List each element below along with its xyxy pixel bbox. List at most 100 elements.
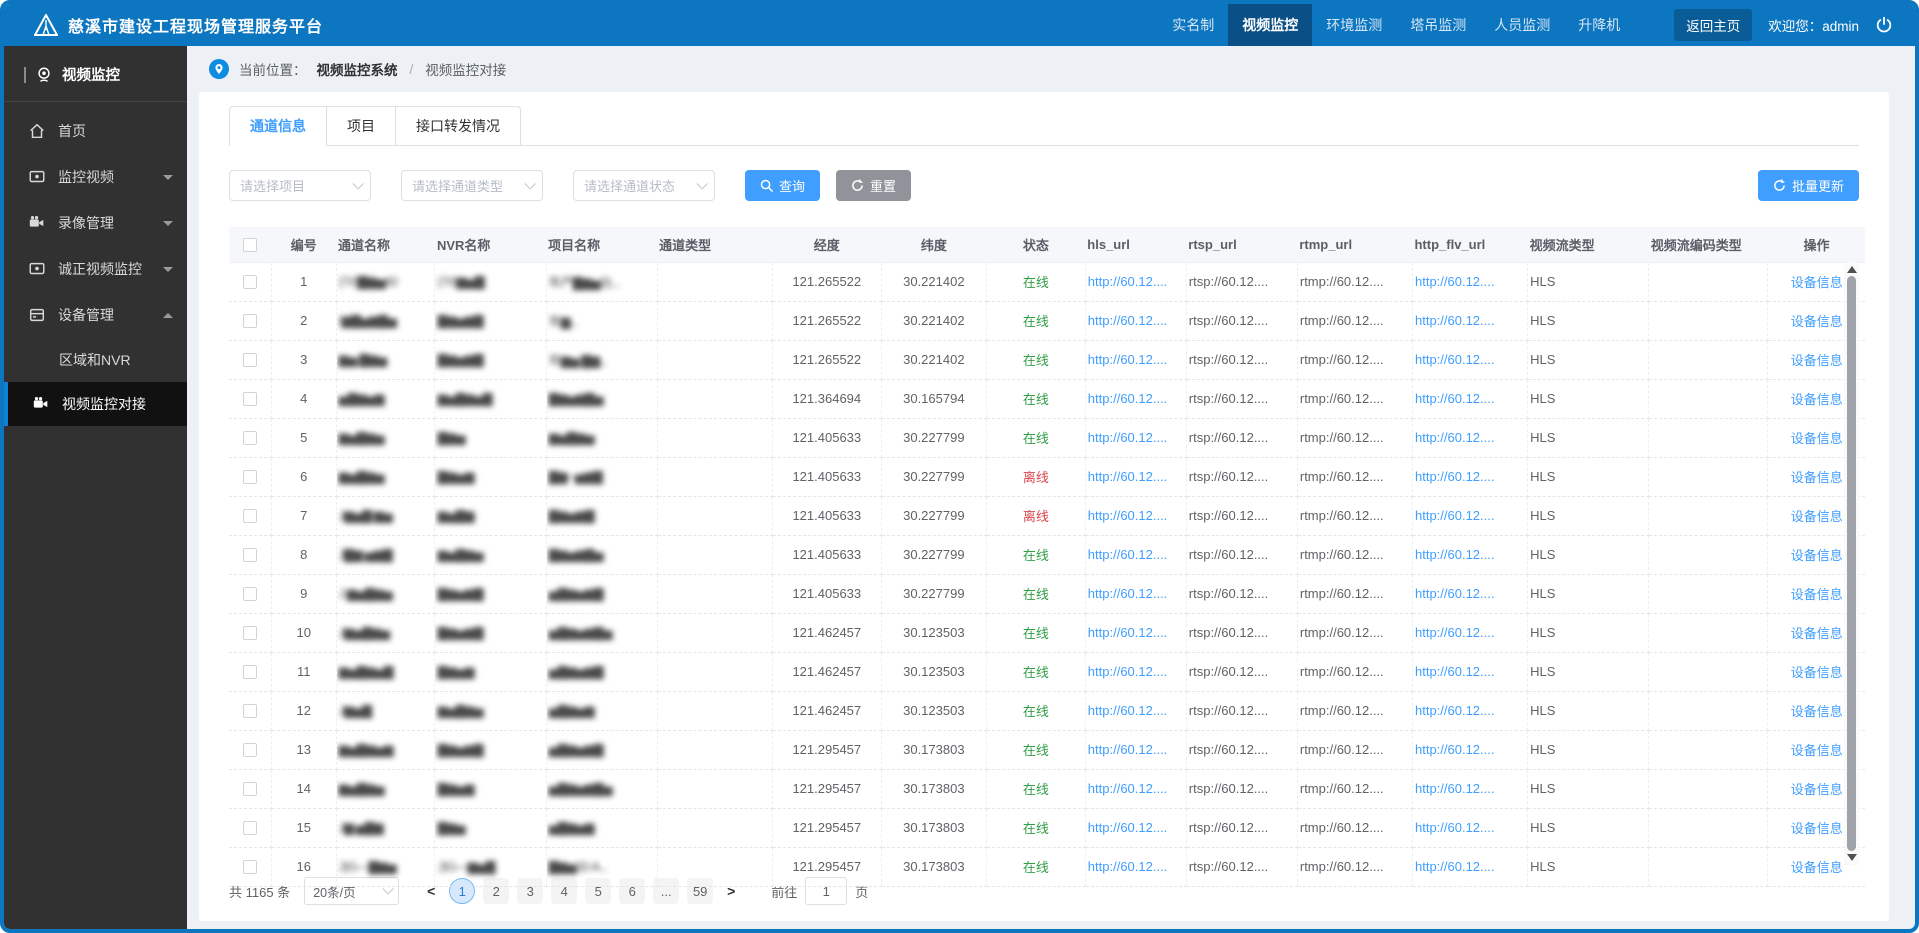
cell-flv: http://60.12.... (1412, 574, 1527, 613)
search-button[interactable]: 查询 (745, 170, 820, 201)
batch-update-button[interactable]: 批量更新 (1758, 170, 1859, 201)
hls-link[interactable]: http://60.12.... (1088, 781, 1168, 796)
hls-link[interactable]: http://60.12.... (1088, 625, 1168, 640)
action-link[interactable]: 设备信息 (1791, 392, 1843, 407)
sidebar-subitem[interactable]: 区域和NVR (4, 338, 187, 382)
flv-link[interactable]: http://60.12.... (1415, 586, 1495, 601)
action-link[interactable]: 设备信息 (1791, 314, 1843, 329)
tab-item[interactable]: 接口转发情况 (395, 106, 521, 145)
row-checkbox[interactable] (243, 860, 257, 874)
sidebar-item[interactable]: 诚正视频监控 (4, 246, 187, 292)
flv-link[interactable]: http://60.12.... (1415, 547, 1495, 562)
flv-link[interactable]: http://60.12.... (1415, 274, 1495, 289)
hls-link[interactable]: http://60.12.... (1088, 820, 1168, 835)
back-home-button[interactable]: 返回主页 (1674, 9, 1752, 41)
action-link[interactable]: 设备信息 (1791, 782, 1843, 797)
reset-button[interactable]: 重置 (836, 170, 911, 201)
sidebar-item[interactable]: 监控视频 (4, 154, 187, 200)
flv-link[interactable]: http://60.12.... (1415, 508, 1495, 523)
row-checkbox[interactable] (243, 314, 257, 328)
top-menu-item[interactable]: 升降机 (1564, 4, 1634, 46)
table-row: 4▅▇▆▅▆▆▅▇▆▅▇▇▆▅▆▇▅121.36469430.165794在线h… (229, 379, 1865, 418)
flv-link[interactable]: http://60.12.... (1415, 625, 1495, 640)
hls-link[interactable]: http://60.12.... (1088, 469, 1168, 484)
scrollbar-thumb[interactable] (1847, 276, 1856, 851)
hls-link[interactable]: http://60.12.... (1088, 742, 1168, 757)
action-link[interactable]: 设备信息 (1791, 431, 1843, 446)
flv-link[interactable]: http://60.12.... (1415, 352, 1495, 367)
flv-link[interactable]: http://60.12.... (1415, 664, 1495, 679)
tab-item[interactable]: 项目 (326, 106, 395, 145)
row-checkbox[interactable] (243, 431, 257, 445)
hls-link[interactable]: http://60.12.... (1088, 391, 1168, 406)
project-select[interactable]: 请选择项目 (229, 170, 371, 201)
tab-active[interactable]: 通道信息 (229, 106, 326, 146)
top-menu-item[interactable]: 视频监控 (1228, 4, 1312, 46)
scroll-down-icon[interactable] (1847, 854, 1857, 861)
row-checkbox[interactable] (243, 587, 257, 601)
hls-link[interactable]: http://60.12.... (1088, 430, 1168, 445)
flv-link[interactable]: http://60.12.... (1415, 313, 1495, 328)
cell-nvr: J)G—▆▅▇ (435, 847, 546, 886)
flv-link[interactable]: http://60.12.... (1415, 391, 1495, 406)
hls-link[interactable]: http://60.12.... (1088, 352, 1168, 367)
hls-link[interactable]: http://60.12.... (1088, 664, 1168, 679)
row-checkbox[interactable] (243, 704, 257, 718)
action-link[interactable]: 设备信息 (1791, 743, 1843, 758)
sidebar-item[interactable]: 设备管理 (4, 292, 187, 338)
action-link[interactable]: 设备信息 (1791, 860, 1843, 875)
hls-link[interactable]: http://60.12.... (1088, 508, 1168, 523)
top-menu-item[interactable]: 人员监测 (1480, 4, 1564, 46)
top-menu-item[interactable]: 塔吊监测 (1396, 4, 1480, 46)
row-checkbox[interactable] (243, 782, 257, 796)
cell-text: 121.462457 (792, 703, 861, 718)
hls-link[interactable]: http://60.12.... (1088, 274, 1168, 289)
row-checkbox[interactable] (243, 470, 257, 484)
action-link[interactable]: 设备信息 (1791, 626, 1843, 641)
channel-status-select[interactable]: 请选择通道状态 (573, 170, 715, 201)
sidebar-subitem[interactable]: 视频监控对接 (4, 382, 187, 426)
top-menu-item[interactable]: 环境监测 (1312, 4, 1396, 46)
action-link[interactable]: 设备信息 (1791, 470, 1843, 485)
action-link[interactable]: 设备信息 (1791, 665, 1843, 680)
action-link[interactable]: 设备信息 (1791, 587, 1843, 602)
action-link[interactable]: 设备信息 (1791, 821, 1843, 836)
top-menu-item[interactable]: 实名制 (1158, 4, 1228, 46)
sidebar-item[interactable]: 录像管理 (4, 200, 187, 246)
channel-type-select[interactable]: 请选择通道类型 (401, 170, 543, 201)
hls-link[interactable]: http://60.12.... (1088, 703, 1168, 718)
flv-link[interactable]: http://60.12.... (1415, 469, 1495, 484)
select-all-checkbox[interactable] (243, 238, 257, 252)
flv-link[interactable]: http://60.12.... (1415, 859, 1495, 874)
row-checkbox[interactable] (243, 509, 257, 523)
row-checkbox[interactable] (243, 821, 257, 835)
cell-lng: 121.405633 (772, 418, 881, 457)
row-checkbox[interactable] (243, 275, 257, 289)
flv-link[interactable]: http://60.12.... (1415, 781, 1495, 796)
row-checkbox[interactable] (243, 626, 257, 640)
breadcrumb-root[interactable]: 视频监控系统 (317, 59, 398, 79)
row-checkbox[interactable] (243, 665, 257, 679)
row-checkbox[interactable] (243, 743, 257, 757)
hls-link[interactable]: http://60.12.... (1088, 859, 1168, 874)
row-checkbox[interactable] (243, 548, 257, 562)
action-link[interactable]: 设备信息 (1791, 275, 1843, 290)
hls-link[interactable]: http://60.12.... (1088, 547, 1168, 562)
flv-link[interactable]: http://60.12.... (1415, 430, 1495, 445)
action-link[interactable]: 设备信息 (1791, 548, 1843, 563)
table-scrollbar[interactable] (1844, 262, 1859, 865)
scroll-up-icon[interactable] (1847, 266, 1857, 273)
logout-power-icon[interactable] (1875, 16, 1893, 34)
flv-link[interactable]: http://60.12.... (1415, 703, 1495, 718)
flv-link[interactable]: http://60.12.... (1415, 742, 1495, 757)
hls-link[interactable]: http://60.12.... (1088, 313, 1168, 328)
row-checkbox[interactable] (243, 392, 257, 406)
row-checkbox[interactable] (243, 353, 257, 367)
flv-link[interactable]: http://60.12.... (1415, 820, 1495, 835)
hls-link[interactable]: http://60.12.... (1088, 586, 1168, 601)
action-link[interactable]: 设备信息 (1791, 704, 1843, 719)
table-row: 10J▆▅▇▆▅▇▆▅▆▇▅▇▆▅▆▇▅121.46245730.123503在… (229, 613, 1865, 652)
sidebar-item[interactable]: 首页 (4, 108, 187, 154)
action-link[interactable]: 设备信息 (1791, 353, 1843, 368)
action-link[interactable]: 设备信息 (1791, 509, 1843, 524)
